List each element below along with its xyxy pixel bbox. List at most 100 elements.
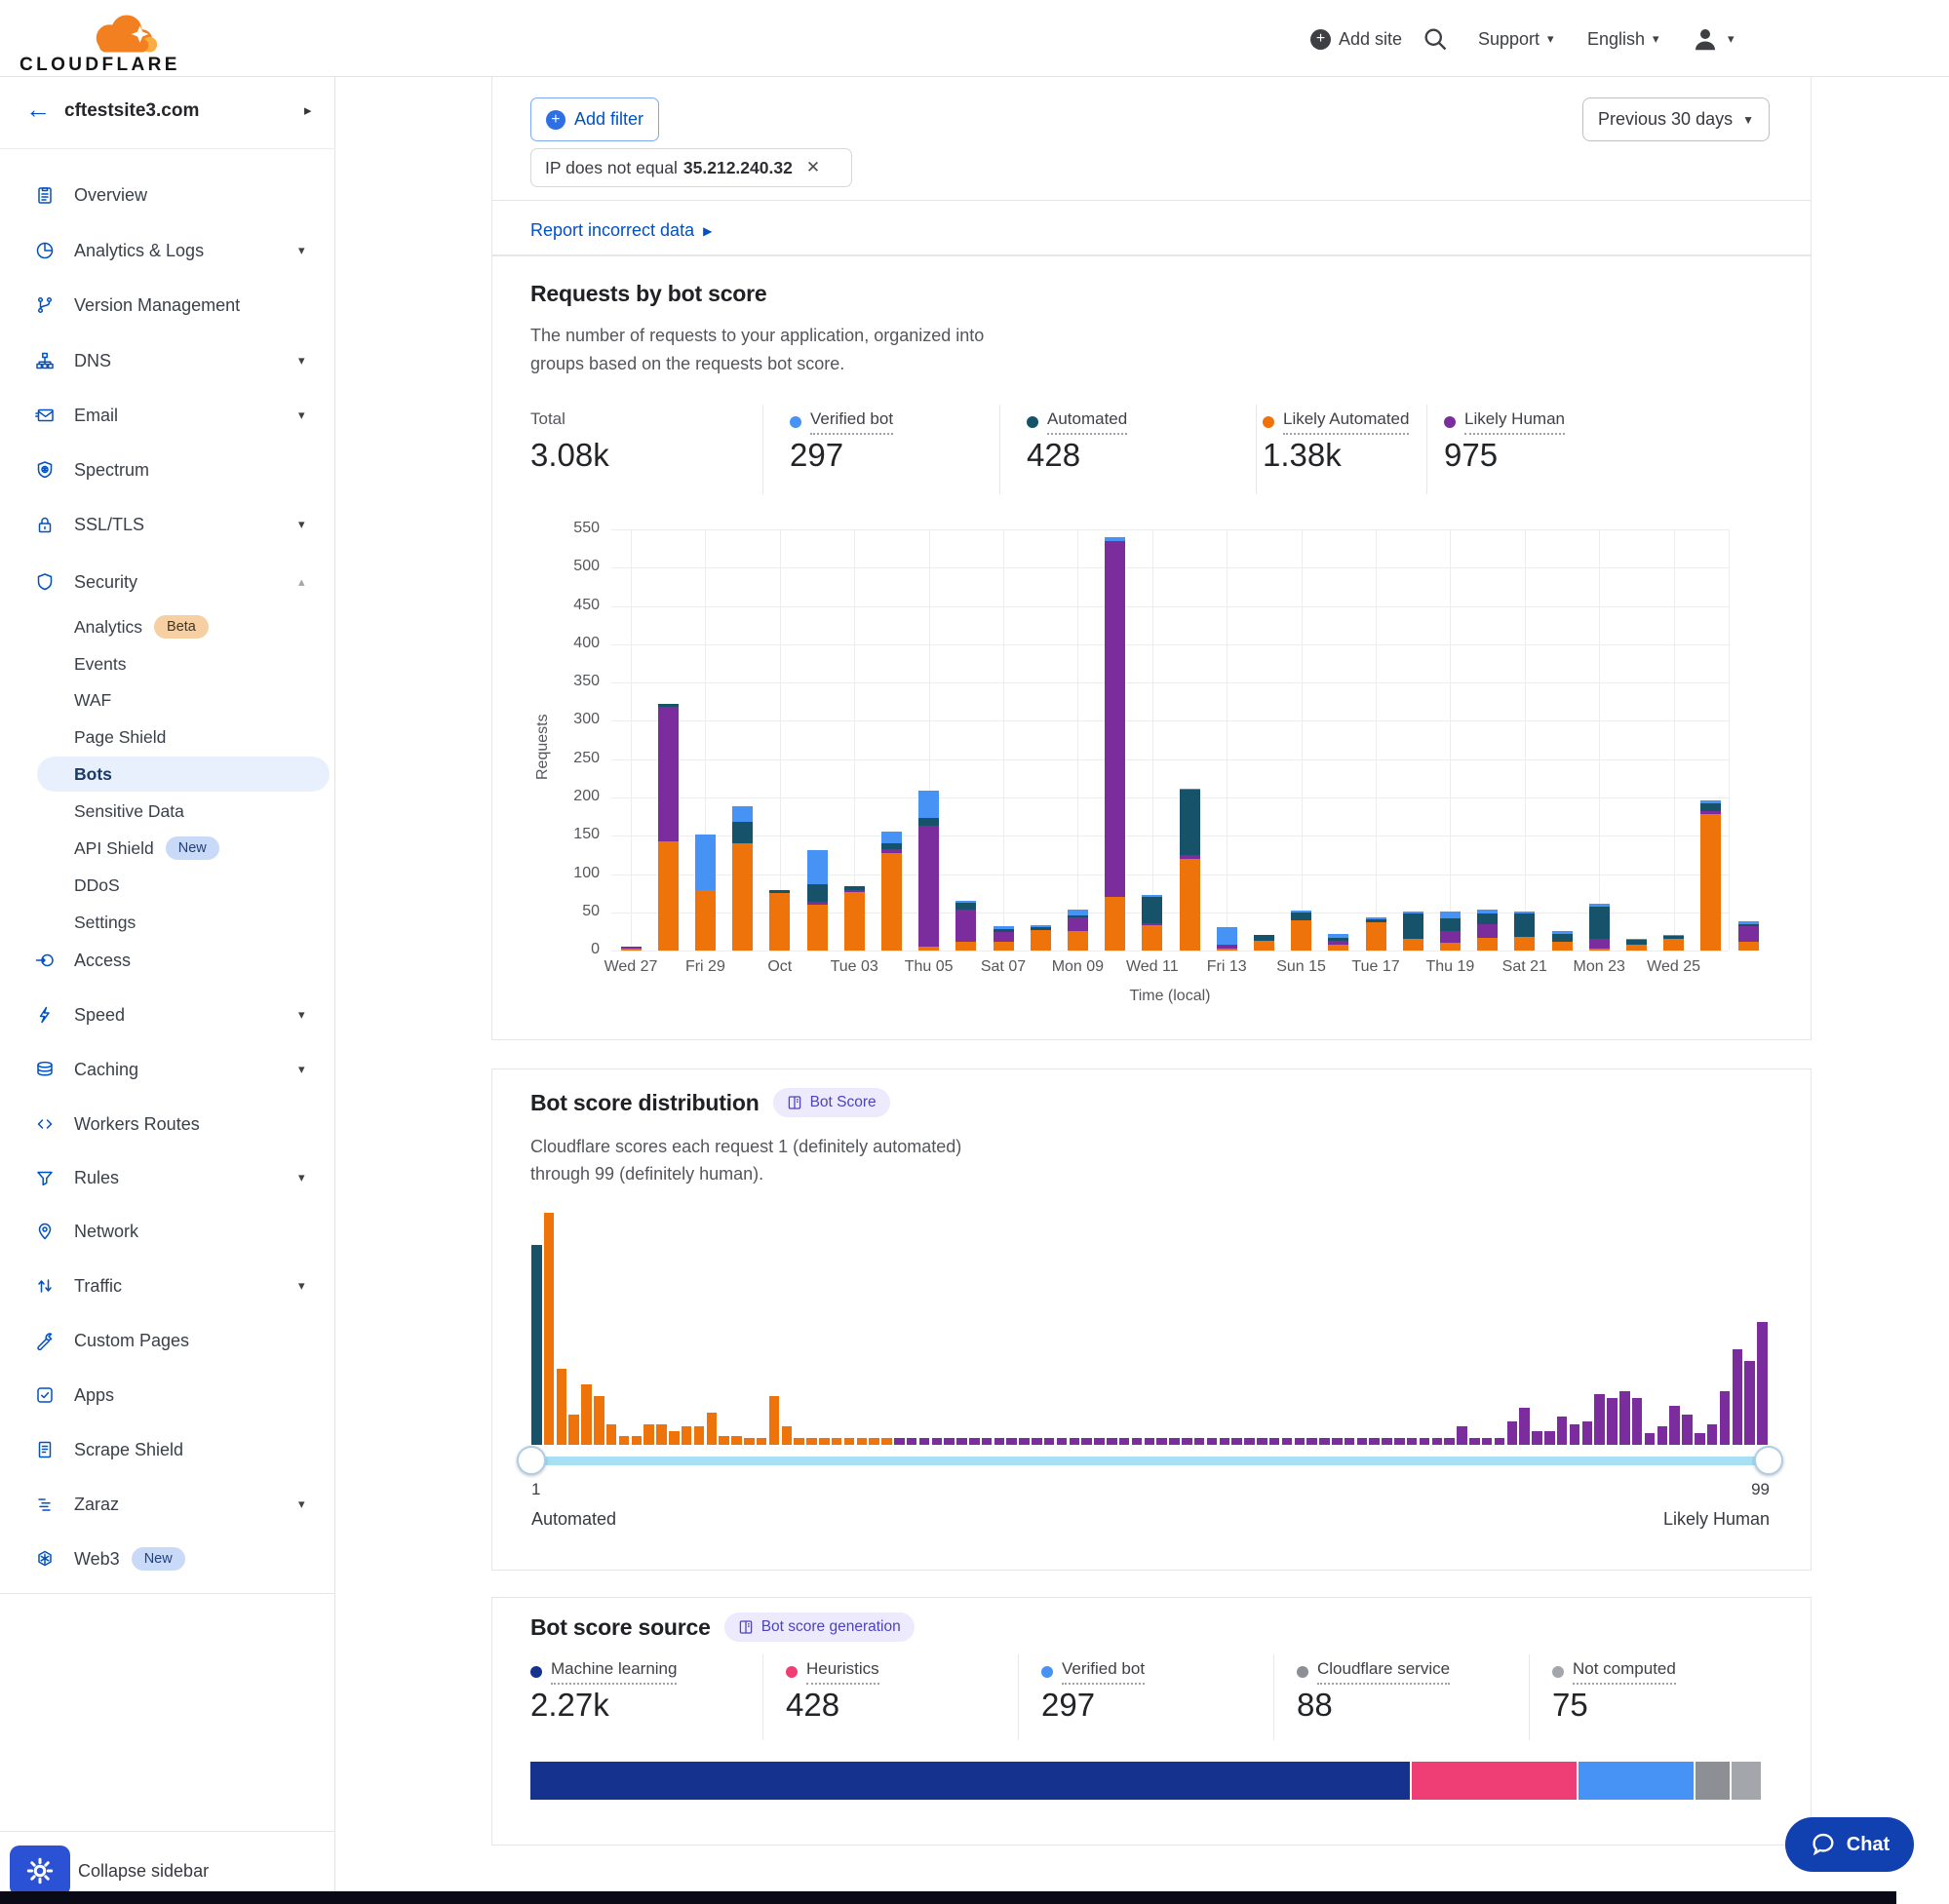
sidebar-item-overview[interactable]: Overview bbox=[0, 175, 334, 214]
close-icon[interactable]: ✕ bbox=[806, 158, 820, 177]
bar-segment-likely-human[interactable] bbox=[807, 902, 828, 905]
bar-segment-likely-human[interactable] bbox=[994, 932, 1014, 942]
slider-handle-max[interactable] bbox=[1754, 1446, 1783, 1475]
search-icon[interactable] bbox=[1422, 25, 1449, 53]
bar-segment-automated[interactable] bbox=[918, 818, 939, 826]
bar-segment-likely-human[interactable] bbox=[918, 826, 939, 947]
bar-segment-likely-automated[interactable] bbox=[844, 892, 865, 951]
histogram-bar-score-92[interactable] bbox=[1669, 1406, 1680, 1446]
bar-segment-likely-automated[interactable] bbox=[1366, 922, 1386, 951]
histogram-bar-score-26[interactable] bbox=[844, 1438, 855, 1445]
histogram-bar-score-37[interactable] bbox=[982, 1438, 993, 1445]
histogram-bar-score-66[interactable] bbox=[1345, 1438, 1355, 1445]
histogram-bar-score-84[interactable] bbox=[1570, 1424, 1580, 1445]
histogram-bar-score-4[interactable] bbox=[568, 1415, 579, 1445]
histogram-bar-score-7[interactable] bbox=[606, 1424, 617, 1445]
bar-segment-likely-automated[interactable] bbox=[1440, 943, 1461, 951]
bar-segment-automated[interactable] bbox=[1514, 913, 1535, 937]
sidebar-item-access[interactable]: Access bbox=[0, 941, 334, 980]
histogram-bar-score-20[interactable] bbox=[769, 1396, 780, 1445]
bar-segment-likely-automated[interactable] bbox=[1031, 930, 1051, 951]
bar-segment-likely-automated[interactable] bbox=[881, 853, 902, 951]
histogram-bar-score-91[interactable] bbox=[1657, 1426, 1668, 1445]
histogram-bar-score-10[interactable] bbox=[643, 1424, 654, 1445]
histogram-bar-score-76[interactable] bbox=[1469, 1438, 1480, 1445]
sidebar-item-workers-routes[interactable]: Workers Routes bbox=[0, 1105, 334, 1144]
bar-segment-verified-bot[interactable] bbox=[955, 901, 976, 903]
histogram-bar-score-58[interactable] bbox=[1244, 1438, 1255, 1445]
histogram-bar-score-32[interactable] bbox=[919, 1438, 930, 1445]
histogram-bar-score-70[interactable] bbox=[1394, 1438, 1405, 1445]
bar-segment-verified-bot[interactable] bbox=[1700, 800, 1721, 803]
histogram-bar-score-89[interactable] bbox=[1632, 1398, 1643, 1445]
histogram-bar-score-25[interactable] bbox=[832, 1438, 842, 1445]
sidebar-item-ssl-tls[interactable]: SSL/TLS▾ bbox=[0, 505, 334, 544]
bar-segment-verified-bot[interactable] bbox=[807, 850, 828, 884]
sidebar-item-email[interactable]: Email▾ bbox=[0, 396, 334, 435]
bar-segment-likely-human[interactable] bbox=[881, 849, 902, 853]
sidebar-item-caching[interactable]: Caching▾ bbox=[0, 1050, 334, 1089]
bar-segment-likely-automated[interactable] bbox=[1700, 814, 1721, 951]
histogram-bar-score-85[interactable] bbox=[1582, 1421, 1593, 1445]
bar-segment-verified-bot[interactable] bbox=[1105, 537, 1125, 541]
bar-segment-automated[interactable] bbox=[1552, 934, 1573, 942]
bar-segment-verified-bot[interactable] bbox=[1626, 939, 1647, 940]
bar-segment-automated[interactable] bbox=[1589, 907, 1610, 939]
bar-segment-automated[interactable] bbox=[1031, 927, 1051, 929]
site-name[interactable]: cftestsite3.com bbox=[64, 100, 199, 122]
histogram-bar-score-8[interactable] bbox=[619, 1436, 630, 1446]
histogram-bar-score-18[interactable] bbox=[744, 1438, 755, 1445]
add-site-button[interactable]: + Add site bbox=[1310, 19, 1402, 58]
language-menu[interactable]: English▾ bbox=[1587, 19, 1659, 58]
histogram-bar-score-60[interactable] bbox=[1269, 1438, 1280, 1445]
histogram-bar-score-98[interactable] bbox=[1744, 1361, 1755, 1445]
source-bar-segment-machine-learning[interactable] bbox=[530, 1762, 1410, 1800]
sidebar-item-waf[interactable]: WAF bbox=[0, 680, 334, 719]
histogram-bar-score-5[interactable] bbox=[581, 1384, 592, 1445]
bar-segment-verified-bot[interactable] bbox=[1142, 895, 1162, 897]
bar-segment-likely-human[interactable] bbox=[1180, 855, 1200, 859]
bar-segment-likely-automated[interactable] bbox=[1514, 937, 1535, 951]
bar-segment-likely-automated[interactable] bbox=[1328, 945, 1348, 951]
bar-segment-verified-bot[interactable] bbox=[1440, 912, 1461, 918]
bot-score-generation-badge[interactable]: Bot score generation bbox=[724, 1613, 915, 1642]
histogram-bar-score-13[interactable] bbox=[682, 1426, 692, 1445]
bar-segment-likely-human[interactable] bbox=[1217, 945, 1237, 949]
bar-segment-likely-automated[interactable] bbox=[732, 843, 753, 951]
sidebar-item-web3[interactable]: Web3New bbox=[0, 1539, 334, 1578]
histogram-bar-score-34[interactable] bbox=[944, 1438, 955, 1445]
sidebar-item-scrape-shield[interactable]: Scrape Shield bbox=[0, 1430, 334, 1469]
chevron-right-icon[interactable]: ▸ bbox=[304, 101, 312, 119]
bar-segment-likely-human[interactable] bbox=[1142, 923, 1162, 925]
source-bar-segment-heuristics[interactable] bbox=[1412, 1762, 1577, 1800]
histogram-bar-score-44[interactable] bbox=[1070, 1438, 1080, 1445]
histogram-bar-score-77[interactable] bbox=[1482, 1438, 1493, 1445]
histogram-bar-score-93[interactable] bbox=[1682, 1415, 1693, 1445]
histogram-bar-score-35[interactable] bbox=[956, 1438, 967, 1445]
chat-button[interactable]: Chat bbox=[1785, 1817, 1914, 1872]
bar-segment-verified-bot[interactable] bbox=[1328, 934, 1348, 938]
bar-segment-automated[interactable] bbox=[1328, 938, 1348, 941]
histogram-bar-score-67[interactable] bbox=[1357, 1438, 1368, 1445]
bar-segment-automated[interactable] bbox=[1738, 924, 1759, 926]
bar-segment-likely-human[interactable] bbox=[1738, 926, 1759, 942]
histogram-bar-score-24[interactable] bbox=[819, 1438, 830, 1445]
bar-segment-automated[interactable] bbox=[881, 843, 902, 849]
histogram-bar-score-52[interactable] bbox=[1169, 1438, 1180, 1445]
bar-segment-likely-automated[interactable] bbox=[1105, 897, 1125, 951]
sidebar-item-analytics[interactable]: AnalyticsBeta bbox=[0, 607, 334, 646]
histogram-bar-score-86[interactable] bbox=[1594, 1394, 1605, 1445]
histogram-bar-score-6[interactable] bbox=[594, 1396, 604, 1445]
sidebar-item-network[interactable]: Network bbox=[0, 1212, 334, 1251]
bar-segment-automated[interactable] bbox=[955, 903, 976, 909]
bar-segment-likely-human[interactable] bbox=[621, 947, 642, 949]
sidebar-item-apps[interactable]: Apps bbox=[0, 1376, 334, 1415]
histogram-bar-score-46[interactable] bbox=[1094, 1438, 1105, 1445]
sidebar-item-zaraz[interactable]: Zaraz▾ bbox=[0, 1485, 334, 1524]
bar-segment-likely-automated[interactable] bbox=[1291, 920, 1311, 951]
bar-segment-automated[interactable] bbox=[1700, 803, 1721, 811]
bar-segment-likely-automated[interactable] bbox=[918, 947, 939, 951]
histogram-bar-score-79[interactable] bbox=[1507, 1421, 1518, 1445]
bar-segment-likely-automated[interactable] bbox=[1142, 925, 1162, 951]
bar-segment-likely-automated[interactable] bbox=[695, 890, 716, 951]
